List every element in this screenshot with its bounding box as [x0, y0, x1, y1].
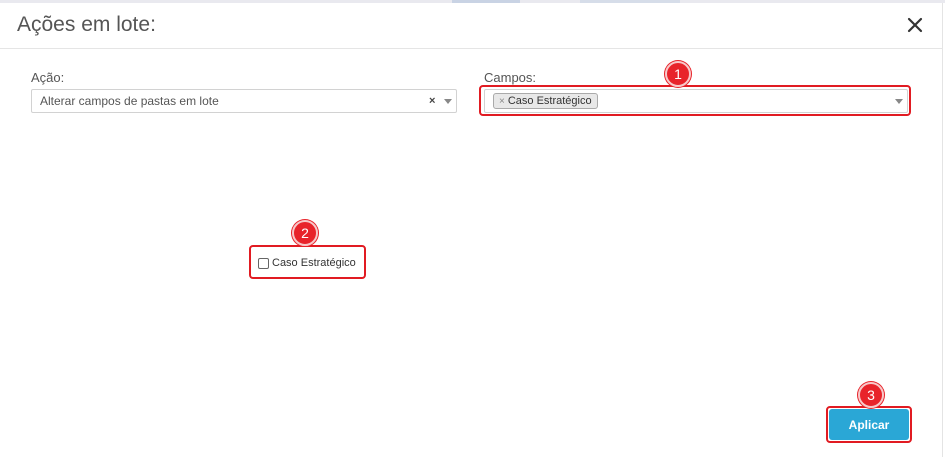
apply-button[interactable]: Aplicar: [829, 409, 909, 440]
annotation-badge-3: 3: [858, 382, 884, 408]
annotation-badge-2: 2: [292, 220, 318, 246]
chevron-down-icon[interactable]: [444, 99, 452, 104]
acao-select[interactable]: Alterar campos de pastas em lote ×: [31, 89, 457, 113]
campos-label: Campos:: [484, 70, 537, 85]
batch-actions-modal: Ações em lote: Ação: Alterar campos de p…: [0, 3, 943, 457]
acao-selected-value: Alterar campos de pastas em lote: [40, 94, 219, 108]
acao-label: Ação:: [31, 70, 65, 85]
modal-title: Ações em lote:: [17, 13, 156, 36]
annotation-frame-2: [249, 245, 366, 279]
modal-header: Ações em lote:: [0, 3, 943, 49]
annotation-frame-1: [479, 85, 911, 116]
close-button[interactable]: [905, 15, 925, 35]
close-icon: [907, 17, 923, 33]
acao-clear-icon[interactable]: ×: [429, 95, 435, 107]
annotation-badge-1: 1: [665, 61, 691, 87]
